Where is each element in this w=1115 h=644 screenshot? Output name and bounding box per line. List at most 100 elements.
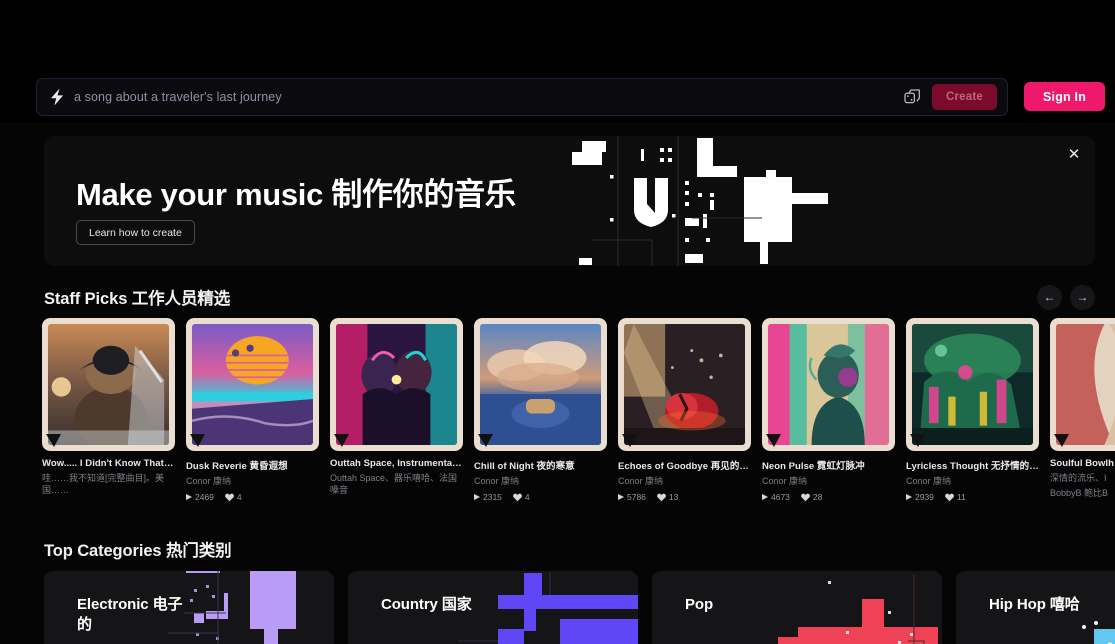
play-count: 2315 [474, 492, 502, 502]
top-bar: a song about a traveler's last journey C… [0, 70, 1115, 123]
staff-picks-header: Staff Picks 工作人员精选 ← → [44, 284, 1095, 310]
like-count-value: 4 [236, 492, 242, 502]
like-count-value: 28 [812, 492, 823, 502]
dice-shuffle-icon[interactable] [904, 88, 921, 105]
song-card[interactable]: Lyricless Thought 无抒情的思想 Conor 康纳 2939 1… [906, 318, 1039, 518]
category-card-hiphop[interactable]: Hip Hop 嘻哈 [956, 571, 1115, 644]
play-icon [762, 494, 768, 500]
song-thumbnail[interactable] [474, 318, 607, 451]
song-subtitle: 哇……我不知道[完整曲目]。美国…… [42, 473, 165, 495]
arrow-left-icon[interactable]: ← [1037, 284, 1062, 310]
carousel-nav: ← → [1037, 284, 1095, 310]
like-count: 28 [801, 492, 822, 502]
country-pixel-art [458, 571, 638, 644]
like-count-value: 13 [668, 492, 679, 502]
arrow-right-icon[interactable]: → [1070, 284, 1095, 310]
play-corner-icon[interactable] [478, 434, 493, 447]
play-corner-icon[interactable] [334, 434, 349, 447]
song-artist: Conor 康纳 [474, 476, 520, 486]
thumbnail-image [48, 324, 169, 445]
heart-icon [945, 493, 954, 501]
close-icon[interactable]: ✕ [1065, 145, 1083, 163]
song-subtitle: 深情的流乐、I [1050, 473, 1107, 483]
play-count: 2469 [186, 492, 214, 502]
play-count-value: 2939 [915, 492, 934, 502]
song-thumbnail[interactable] [186, 318, 319, 451]
like-count-value: 4 [524, 492, 530, 502]
thumbnail-image [336, 324, 457, 445]
sign-in-button[interactable]: Sign In [1024, 82, 1106, 111]
heart-icon [657, 493, 666, 501]
song-card[interactable]: Dusk Reverie 黄昏遐想 Conor 康纳 2469 4 [186, 318, 319, 518]
top-categories-header: Top Categories 热门类别 [44, 537, 1095, 561]
song-subtitle: Outtah Space、器乐嘻哈、法国嗓音 [330, 473, 458, 495]
song-artist: BobbyB 鲍比B [1050, 488, 1109, 498]
staff-picks-carousel[interactable]: Wow..... I Didn't Know That [Full... 哇……… [42, 318, 1115, 518]
song-card[interactable]: Chill of Night 夜的寒意 Conor 康纳 2315 4 [474, 318, 607, 518]
prompt-input[interactable]: a song about a traveler's last journey [74, 90, 904, 104]
like-count: 13 [657, 492, 678, 502]
song-stats: 2315 4 [474, 492, 607, 502]
song-card[interactable]: Echoes of Goodbye 再见的回声 Conor 康纳 5786 13 [618, 318, 751, 518]
song-thumbnail[interactable] [330, 318, 463, 451]
song-card[interactable]: Neon Pulse 霓虹灯脉冲 Conor 康纳 4673 28 [762, 318, 895, 518]
song-thumbnail[interactable] [1050, 318, 1115, 451]
play-count: 4673 [762, 492, 790, 502]
thumbnail-image [1056, 324, 1115, 445]
play-count-value: 2315 [483, 492, 502, 502]
thumbnail-frame [762, 318, 895, 451]
like-count: 11 [945, 492, 966, 502]
top-categories-title: Top Categories 热门类别 [44, 542, 232, 560]
song-artist: Conor 康纳 [906, 476, 952, 486]
play-corner-icon[interactable] [622, 434, 637, 447]
play-icon [618, 494, 624, 500]
song-title: Dusk Reverie 黄昏遐想 [186, 461, 288, 472]
thumbnail-image [192, 324, 313, 445]
play-corner-icon[interactable] [190, 434, 205, 447]
play-count-value: 2469 [195, 492, 214, 502]
thumbnail-image [624, 324, 745, 445]
thumbnail-frame [42, 318, 175, 451]
play-corner-icon[interactable] [766, 434, 781, 447]
song-title: Echoes of Goodbye 再见的回声 [618, 461, 751, 472]
song-card[interactable]: Wow..... I Didn't Know That [Full... 哇……… [42, 318, 175, 518]
song-title: Outtah Space, Instrumental Hip... [330, 458, 463, 469]
play-icon [186, 494, 192, 500]
create-button[interactable]: Create [932, 83, 997, 110]
like-count-value: 11 [956, 492, 966, 502]
play-count: 5786 [618, 492, 646, 502]
pop-pixel-art [778, 575, 938, 644]
thumbnail-frame [330, 318, 463, 451]
song-card[interactable]: Soulful Bowlh 深情的流乐、I BobbyB 鲍比B [1050, 318, 1115, 518]
song-card[interactable]: Outtah Space, Instrumental Hip... Outtah… [330, 318, 463, 518]
thumbnail-frame [1050, 318, 1115, 451]
song-stats: 2469 4 [186, 492, 319, 502]
page-scroll-area: Make your music 制作你的音乐 Learn how to crea… [0, 123, 1115, 644]
category-card-pop[interactable]: Pop [652, 571, 942, 644]
song-title: Wow..... I Didn't Know That [Full... [42, 458, 175, 469]
like-count: 4 [225, 492, 242, 502]
song-thumbnail[interactable] [906, 318, 1039, 451]
thumbnail-frame [186, 318, 319, 451]
song-stats: 2939 11 [906, 492, 1039, 502]
song-thumbnail[interactable] [762, 318, 895, 451]
category-card-electronic[interactable]: Electronic 电子的 [44, 571, 334, 644]
play-corner-icon[interactable] [910, 434, 925, 447]
play-count-value: 4673 [771, 492, 790, 502]
top-categories-row: Electronic 电子的 Country 国家 Pop Hip Hop 嘻哈 [44, 571, 1115, 644]
prompt-input-container[interactable]: a song about a traveler's last journey C… [36, 77, 1008, 116]
play-corner-icon[interactable] [1054, 434, 1069, 447]
like-count: 4 [513, 492, 530, 502]
song-thumbnail[interactable] [618, 318, 751, 451]
song-thumbnail[interactable] [42, 318, 175, 451]
category-card-country[interactable]: Country 国家 [348, 571, 638, 644]
song-artist: Conor 康纳 [762, 476, 808, 486]
song-title: Chill of Night 夜的寒意 [474, 461, 575, 472]
learn-how-to-create-button[interactable]: Learn how to create [76, 220, 195, 245]
heart-icon [225, 493, 234, 501]
thumbnail-image [912, 324, 1033, 445]
play-corner-icon[interactable] [46, 434, 61, 447]
thumbnail-image [768, 324, 889, 445]
app-root: a song about a traveler's last journey C… [0, 0, 1115, 644]
song-title: Lyricless Thought 无抒情的思想 [906, 461, 1039, 472]
